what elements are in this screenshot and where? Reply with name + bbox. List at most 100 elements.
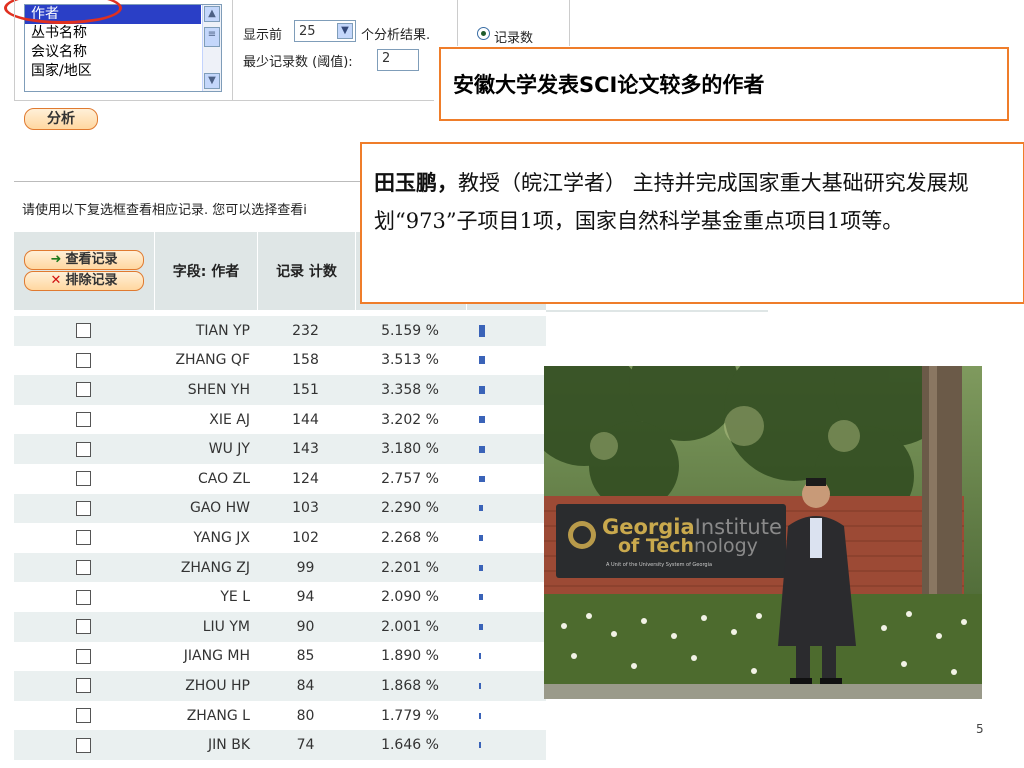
- row-checkbox[interactable]: [76, 500, 91, 516]
- bio-text: 教授（皖江学者） 主持并完成国家重大基础研究发展规划“973”子项目1项，国家自…: [374, 171, 969, 233]
- row-checkbox[interactable]: [76, 678, 91, 694]
- count-bar: [479, 682, 481, 689]
- percent-cell: 3.513 %: [381, 352, 439, 369]
- percent-cell: 2.757 %: [381, 470, 439, 487]
- scroll-down-icon[interactable]: ▼: [204, 73, 220, 89]
- author-cell: WU JY: [208, 441, 250, 458]
- min-records-input[interactable]: 2: [377, 49, 419, 71]
- divider: [14, 100, 434, 101]
- photo-georgia-tech: GeorgiaInstitute of Technology A Unit of…: [544, 366, 982, 699]
- count-bar: [479, 324, 485, 337]
- author-cell: LIU YM: [202, 618, 250, 635]
- table-row: LIU YM 90 2.001 %: [14, 612, 546, 642]
- bio-name: 田玉鹏，: [374, 170, 458, 195]
- row-checkbox[interactable]: [76, 619, 91, 635]
- row-checkbox[interactable]: [76, 560, 91, 576]
- author-cell: ZHANG QF: [175, 352, 250, 369]
- row-checkbox[interactable]: [76, 648, 91, 664]
- count-bar: [479, 445, 485, 453]
- count-cell: 151: [292, 381, 319, 398]
- row-checkbox[interactable]: [76, 530, 91, 546]
- count-bar: [479, 712, 481, 719]
- percent-cell: 1.890 %: [381, 648, 439, 665]
- percent-cell: 3.202 %: [381, 411, 439, 428]
- percent-cell: 2.201 %: [381, 559, 439, 576]
- exclude-records-button[interactable]: ✕ 排除记录: [24, 271, 144, 291]
- count-cell: 85: [296, 648, 315, 665]
- table-row: WU JY 143 3.180 %: [14, 434, 546, 464]
- table-row: TIAN YP 232 5.159 %: [14, 316, 546, 346]
- count-bar: [479, 534, 483, 541]
- row-checkbox[interactable]: [76, 471, 91, 487]
- percent-cell: 1.646 %: [381, 737, 439, 754]
- table-row: XIE AJ 144 3.202 %: [14, 405, 546, 435]
- count-bar: [479, 416, 485, 424]
- row-checkbox[interactable]: [76, 412, 91, 428]
- row-checkbox[interactable]: [76, 441, 91, 457]
- count-cell: 232: [292, 322, 319, 339]
- count-bar: [479, 385, 485, 394]
- percent-cell: 3.358 %: [381, 381, 439, 398]
- percent-cell: 1.868 %: [381, 677, 439, 694]
- sign-small-text: A Unit of the University System of Georg…: [606, 562, 712, 568]
- header-underline: [546, 310, 768, 312]
- percent-cell: 5.159 %: [381, 322, 439, 339]
- count-cell: 80: [296, 707, 315, 724]
- count-cell: 94: [296, 589, 315, 606]
- divider: [569, 0, 570, 46]
- page-number: 5: [976, 722, 984, 736]
- author-cell: GAO HW: [189, 500, 250, 517]
- row-checkbox[interactable]: [76, 352, 91, 368]
- record-count-label: 记录数: [494, 31, 534, 46]
- show-count-select[interactable]: 25 ▼: [294, 20, 356, 42]
- table-row: JIN BK 74 1.646 %: [14, 730, 546, 760]
- sign-nology: nology: [694, 535, 758, 557]
- scroll-up-icon[interactable]: ▲: [204, 6, 220, 22]
- table-row: SHEN YH 151 3.358 %: [14, 375, 546, 405]
- col-header-count[interactable]: 记录 计数: [257, 232, 355, 310]
- table-row: JIANG MH 85 1.890 %: [14, 642, 546, 672]
- title-callout: 安徽大学发表SCI论文较多的作者: [439, 47, 1009, 121]
- author-cell: CAO ZL: [198, 470, 250, 487]
- percent-cell: 2.290 %: [381, 500, 439, 517]
- author-cell: TIAN YP: [195, 322, 250, 339]
- bio-callout: 田玉鹏，教授（皖江学者） 主持并完成国家重大基础研究发展规划“973”子项目1项…: [360, 142, 1024, 304]
- callout-title: 安徽大学发表SCI论文较多的作者: [453, 73, 765, 97]
- chevron-down-icon[interactable]: ▼: [337, 23, 353, 39]
- table-row: ZHOU HP 84 1.868 %: [14, 671, 546, 701]
- row-checkbox[interactable]: [76, 737, 91, 753]
- count-bar: [479, 356, 485, 365]
- percent-cell: 2.268 %: [381, 529, 439, 546]
- author-cell: JIANG MH: [183, 648, 250, 665]
- count-cell: 143: [292, 441, 319, 458]
- divider: [457, 0, 458, 46]
- row-checkbox[interactable]: [76, 382, 91, 398]
- author-cell: ZHANG ZJ: [180, 559, 250, 576]
- svg-text:of Technology: of Technology: [618, 535, 758, 557]
- row-checkbox[interactable]: [76, 589, 91, 605]
- row-checkbox[interactable]: [76, 323, 91, 339]
- scroll-thumb[interactable]: ≡: [204, 27, 220, 47]
- sign-of-tech: of Tech: [618, 535, 694, 557]
- count-bar: [479, 505, 483, 512]
- close-icon: ✕: [50, 273, 62, 288]
- count-cell: 99: [296, 559, 315, 576]
- field-option[interactable]: 国家/地区: [25, 62, 201, 81]
- percent-cell: 3.180 %: [381, 441, 439, 458]
- table-row: ZHANG L 80 1.779 %: [14, 701, 546, 731]
- field-option[interactable]: 丛书名称: [25, 24, 201, 43]
- analyze-button[interactable]: 分析: [24, 108, 98, 130]
- author-cell: XIE AJ: [209, 411, 250, 428]
- view-records-button[interactable]: ➜ 查看记录: [24, 250, 144, 270]
- author-cell: SHEN YH: [187, 381, 250, 398]
- author-cell: YANG JX: [193, 529, 250, 546]
- col-header-field[interactable]: 字段: 作者: [154, 232, 257, 310]
- listbox-scrollbar[interactable]: ▲ ≡ ▼: [202, 5, 221, 91]
- field-option[interactable]: 会议名称: [25, 43, 201, 62]
- record-count-radio[interactable]: [477, 27, 490, 40]
- count-bar: [479, 564, 483, 571]
- percent-cell: 2.090 %: [381, 589, 439, 606]
- table-row: ZHANG QF 158 3.513 %: [14, 346, 546, 376]
- count-bar: [479, 475, 485, 482]
- row-checkbox[interactable]: [76, 708, 91, 724]
